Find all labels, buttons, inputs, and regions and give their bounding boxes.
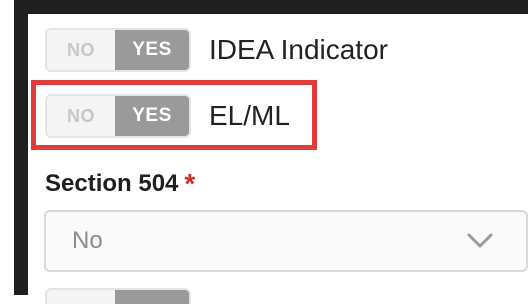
panel-left-border xyxy=(14,0,28,295)
idea-indicator-no-option[interactable]: NO xyxy=(47,30,115,70)
chevron-down-icon[interactable] xyxy=(460,221,500,261)
highlight-box xyxy=(31,80,317,150)
section-504-label: Section 504 * xyxy=(45,168,195,200)
section-504-select-value: No xyxy=(72,227,103,254)
required-asterisk: * xyxy=(184,168,196,199)
next-toggle-partial[interactable] xyxy=(45,288,191,304)
idea-indicator-label: IDEA Indicator xyxy=(209,34,388,65)
form-panel: NO YES IDEA Indicator NO YES EL/ML Secti… xyxy=(0,0,528,304)
idea-indicator-yes-option[interactable]: YES xyxy=(115,30,189,70)
idea-indicator-row: NO YES IDEA Indicator xyxy=(45,28,388,72)
next-toggle-yes-option[interactable] xyxy=(115,290,189,304)
idea-indicator-toggle[interactable]: NO YES xyxy=(45,28,191,72)
panel-top-border xyxy=(14,0,528,14)
next-toggle-no-option[interactable] xyxy=(47,290,115,304)
section-504-select[interactable]: No xyxy=(44,210,528,272)
section-504-label-text: Section 504 xyxy=(45,170,179,197)
